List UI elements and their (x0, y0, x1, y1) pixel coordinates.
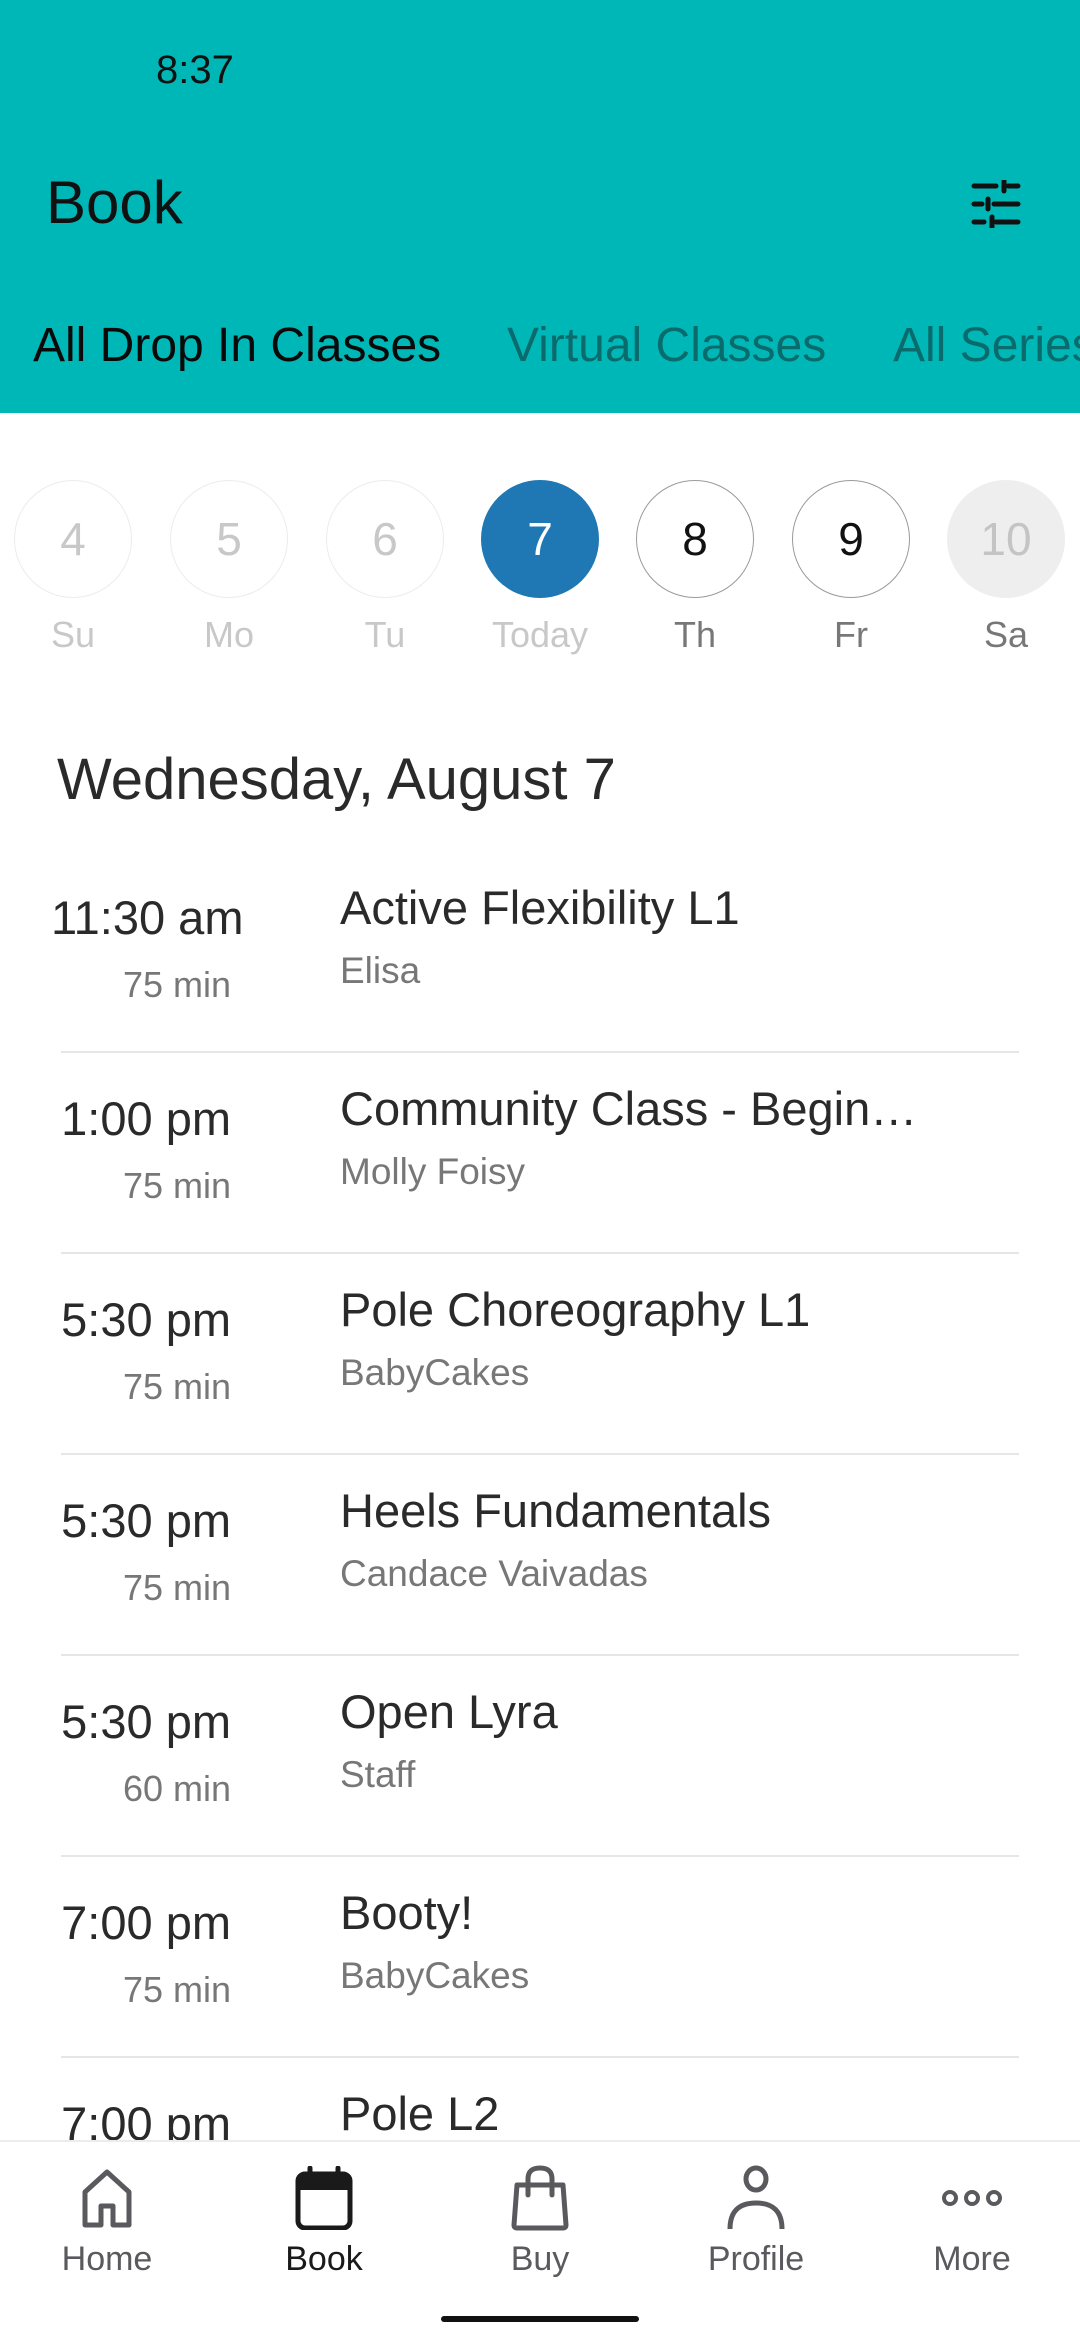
class-row[interactable]: 5:30 pm 75 min Heels Fundamentals Candac… (61, 1455, 1019, 1656)
class-row[interactable]: 7:00 pm 75 min Booty! BabyCakes (61, 1857, 1019, 2058)
date-item[interactable]: 8 Th (625, 480, 765, 656)
date-number: 6 (326, 480, 444, 598)
class-name: Booty! (340, 1886, 474, 1939)
page-title: Book (46, 169, 183, 236)
category-tabs: All Drop In Classes Virtual Classes All … (0, 310, 1080, 390)
nav-profile[interactable]: Profile (676, 2164, 836, 2279)
filter-button[interactable] (960, 168, 1032, 240)
class-row[interactable]: 5:30 pm 60 min Open Lyra Staff (61, 1656, 1019, 1857)
nav-label: Book (285, 2240, 363, 2278)
class-duration: 75 min (122, 1366, 231, 1407)
class-time: 5:30 pm (61, 1494, 231, 1547)
date-number: 8 (636, 480, 754, 598)
tab-all-drop-in-classes[interactable]: All Drop In Classes (33, 310, 441, 382)
home-icon (75, 2164, 139, 2232)
date-item[interactable]: 9 Fr (781, 480, 921, 656)
date-number: 5 (170, 480, 288, 598)
person-icon (724, 2164, 788, 2232)
date-weekday: Su (50, 614, 96, 655)
status-bar-time: 8:37 (156, 48, 234, 92)
class-duration: 75 min (122, 1567, 231, 1608)
class-duration: 75 min (122, 1969, 231, 2010)
class-name: Open Lyra (340, 1685, 558, 1738)
date-number: 9 (792, 480, 910, 598)
shopping-bag-icon (508, 2164, 572, 2232)
class-instructor: BabyCakes (340, 1955, 530, 1996)
class-instructor: Staff (340, 1754, 416, 1795)
date-item[interactable]: 4 Su (3, 480, 143, 656)
class-name: Community Class - Begin… (340, 1082, 918, 1135)
class-instructor: BabyCakes (340, 1352, 530, 1393)
class-list: 11:30 am 75 min Active Flexibility L1 El… (0, 852, 1080, 2257)
app-header: 8:37 Book All Drop In Classes Virtual Cl… (0, 0, 1080, 413)
date-weekday: Tu (364, 614, 406, 655)
date-item-disabled[interactable]: 10 Sa (936, 480, 1076, 656)
class-time: 11:30 am (51, 891, 244, 944)
nav-label: More (933, 2240, 1011, 2278)
date-item[interactable]: 6 Tu (315, 480, 455, 656)
class-duration: 75 min (122, 1165, 231, 1206)
tune-sliders-icon (971, 180, 1021, 228)
class-name: Heels Fundamentals (340, 1484, 772, 1537)
class-instructor: Molly Foisy (340, 1151, 526, 1192)
calendar-icon (292, 2164, 356, 2232)
nav-more[interactable]: More (892, 2164, 1052, 2279)
date-item[interactable]: 5 Mo (159, 480, 299, 656)
nav-label: Home (61, 2240, 153, 2278)
class-row[interactable]: 11:30 am 75 min Active Flexibility L1 El… (51, 852, 1019, 1053)
class-name: Pole Choreography L1 (340, 1283, 811, 1336)
nav-label: Profile (707, 2240, 805, 2278)
class-name: Pole L2 (340, 2087, 500, 2140)
class-duration: 75 min (122, 964, 231, 1005)
nav-book[interactable]: Book (244, 2164, 404, 2279)
date-weekday: Today (491, 614, 589, 655)
date-number: 10 (947, 480, 1065, 598)
date-weekday: Th (673, 614, 716, 655)
bottom-nav: Home Book Buy Profile More (0, 2140, 1080, 2342)
class-time: 1:00 pm (61, 1092, 231, 1145)
class-instructor: Candace Vaivadas (340, 1553, 648, 1594)
class-instructor: Elisa (340, 950, 421, 991)
date-number: 7 (481, 480, 599, 598)
date-weekday: Mo (203, 614, 254, 655)
class-duration: 60 min (122, 1768, 231, 1809)
nav-label: Buy (510, 2240, 570, 2278)
class-row[interactable]: 1:00 pm 75 min Community Class - Begin… … (61, 1053, 1019, 1254)
class-time: 5:30 pm (61, 1695, 231, 1748)
date-weekday: Fr (834, 614, 868, 655)
nav-buy[interactable]: Buy (460, 2164, 620, 2279)
tab-all-series[interactable]: All Series (893, 310, 1080, 382)
home-indicator[interactable] (441, 2316, 639, 2322)
tab-virtual-classes[interactable]: Virtual Classes (507, 310, 826, 382)
class-time: 7:00 pm (61, 1896, 231, 1949)
date-item-selected[interactable]: 7 Today (470, 480, 610, 656)
date-weekday: Sa (983, 614, 1029, 655)
nav-home[interactable]: Home (27, 2164, 187, 2279)
date-strip: 4 Su 5 Mo 6 Tu 7 Today 8 Th 9 Fr 10 Sa (0, 480, 1080, 660)
date-number: 4 (14, 480, 132, 598)
class-name: Active Flexibility L1 (340, 881, 740, 934)
class-time: 5:30 pm (61, 1293, 231, 1346)
more-dots-icon (940, 2164, 1004, 2232)
day-heading: Wednesday, August 7 (57, 747, 616, 812)
class-row[interactable]: 5:30 pm 75 min Pole Choreography L1 Baby… (61, 1254, 1019, 1455)
